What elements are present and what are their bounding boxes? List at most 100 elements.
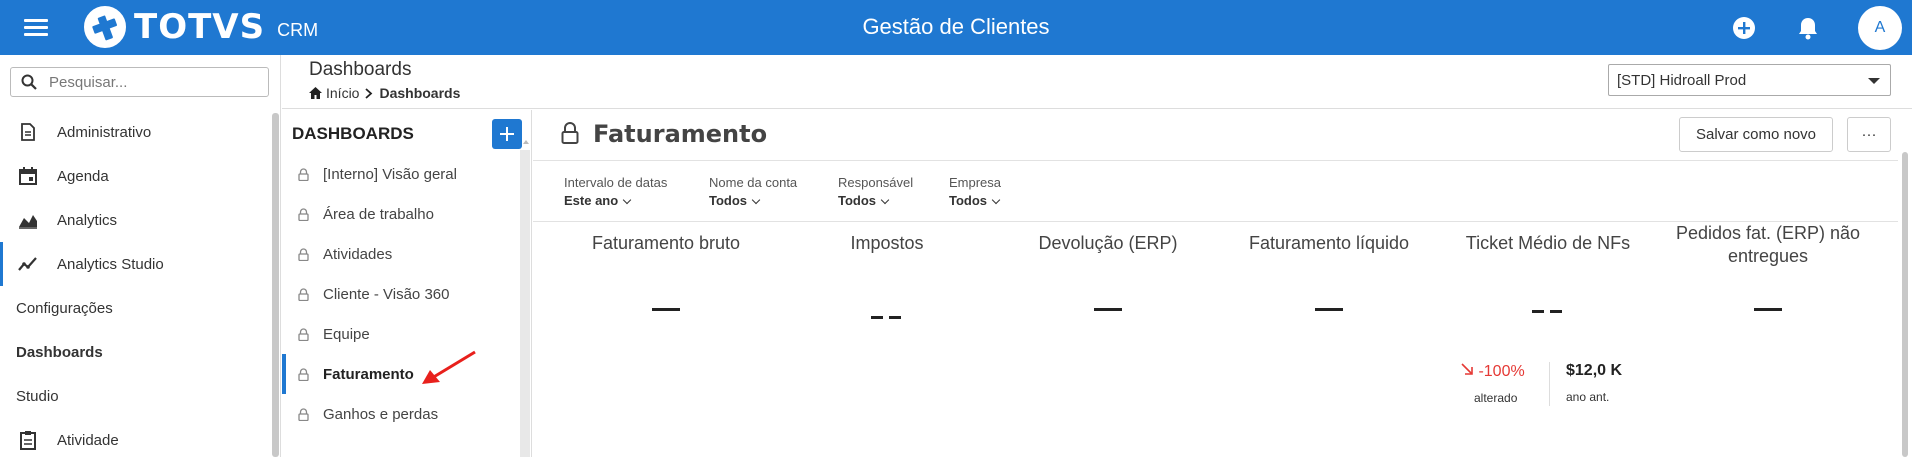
kpi-title: Impostos [850,233,924,253]
sidebar-search[interactable] [10,67,269,97]
totvs-logo-icon [84,6,126,48]
sidebar-item-label: Atividade [57,431,119,449]
calendar-icon [19,167,37,185]
kpi-empty-value [1532,310,1568,313]
filter-value: Todos [949,193,988,208]
document-icon [21,123,35,141]
dashboard-item[interactable]: Equipe [282,314,520,354]
dashboard-item[interactable]: Cliente - Visão 360 [282,274,520,314]
sidebar-item-atividade[interactable]: Atividade [0,418,272,457]
caret-down-icon [1868,78,1880,84]
dashboard-item-label: Faturamento [323,365,414,383]
lock-icon [298,368,309,381]
filter-value: Todos [709,193,748,208]
sidebar-item-dashboards[interactable]: Dashboards [0,330,272,374]
sidebar-item-analytics-studio[interactable]: Analytics Studio [0,242,272,286]
scroll-up-arrow-icon[interactable] [523,140,529,144]
logo-text: TOTVS [134,7,266,47]
filter-date-range[interactable]: Intervalo de datas Este ano [564,175,667,210]
chevron-down-icon [751,195,761,205]
user-avatar[interactable]: A [1858,6,1902,50]
kpi-title: Faturamento bruto [591,233,741,253]
top-bar: TOTVS CRM Gestão de Clientes A [0,0,1912,55]
save-as-new-button[interactable]: Salvar como novo [1679,117,1833,152]
sidebar-item-label: Dashboards [16,343,103,361]
main-scrollbar[interactable] [1902,152,1908,457]
sidebar-item-label: Configurações [16,299,113,317]
kpi-title: Ticket Médio de NFs [1465,233,1631,253]
filter-label: Intervalo de datas [564,175,668,190]
lock-icon [298,328,309,341]
area-chart-icon [19,215,37,229]
kpi-title: Devolução (ERP) [1038,233,1178,253]
lock-icon [298,168,309,181]
sidebar-item-analytics[interactable]: Analytics [0,198,272,242]
sidebar-item-label: Administrativo [57,123,152,141]
lock-icon [298,248,309,261]
page-title: Dashboards [309,59,412,80]
dashboard-item[interactable]: Ganhos e perdas [282,394,520,434]
add-dashboard-button[interactable] [492,119,522,149]
sidebar-item-label: Analytics [57,211,118,229]
sidebar-item-label: Analytics Studio [57,255,164,273]
sidebar-scrollbar[interactable] [272,113,279,457]
filter-label: Nome da conta [709,175,798,190]
kpi-delta-divider [1549,362,1550,406]
chevron-down-icon [622,195,632,205]
kpi-card[interactable]: Pedidos fat. (ERP) não entregues [1668,222,1868,311]
kpi-card[interactable]: Impostos [787,232,987,319]
sidebar-item-configuracoes[interactable]: Configurações [0,286,272,330]
filter-owner[interactable]: Responsável Todos [838,175,913,210]
chevron-down-icon [880,195,890,205]
logo-subtext: CRM [277,19,319,40]
dashboards-list: [Interno] Visão geral Área de trabalho A… [282,154,520,434]
kpi-previous-label: ano ant. [1566,390,1610,404]
kpi-card[interactable]: Devolução (ERP) [1008,232,1208,311]
breadcrumb-home[interactable]: Início [326,85,359,101]
add-circle-icon[interactable] [1730,14,1758,42]
lock-icon [298,208,309,221]
dashboard-item[interactable]: [Interno] Visão geral [282,154,520,194]
sidebar-item-label: Agenda [57,167,109,185]
totvs-logo[interactable]: TOTVS CRM [84,6,318,48]
dashboard-item[interactable]: Atividades [282,234,520,274]
kpi-title: Faturamento líquido [1248,233,1410,253]
dashboard-item-label: Ganhos e perdas [323,405,439,423]
kpi-card[interactable]: Faturamento bruto [566,232,766,311]
kpi-empty-value [652,308,680,311]
kpi-empty-value [871,316,907,319]
filter-label: Empresa [949,175,1002,190]
environment-select-value: [STD] Hidroall Prod [1617,72,1747,89]
dashboard-item-label: [Interno] Visão geral [323,165,457,183]
search-input[interactable] [49,73,249,91]
dashboards-scrollbar[interactable] [520,150,530,457]
filter-account-name[interactable]: Nome da conta Todos [709,175,797,210]
kpi-card[interactable]: Ticket Médio de NFs [1448,232,1648,313]
sidebar-item-administrativo[interactable]: Administrativo [0,110,272,154]
environment-select[interactable]: [STD] Hidroall Prod [1608,64,1891,96]
arrow-down-right-icon [1461,363,1473,375]
filter-bar: Intervalo de datas Este ano Nome da cont… [533,160,1898,222]
sidebar: Administrativo Agenda Analytics Analytic… [0,55,281,457]
kpi-title: Pedidos fat. (ERP) não entregues [1675,223,1861,266]
dashboard-title: Faturamento [593,120,768,148]
kpi-previous: $12,0 K ano ant. [1566,362,1622,404]
home-icon[interactable] [309,87,322,99]
lock-icon [298,288,309,301]
filter-company[interactable]: Empresa Todos [949,175,1001,210]
sidebar-item-studio[interactable]: Studio [0,374,272,418]
lock-icon [561,122,579,144]
dashboard-item-active[interactable]: Faturamento [282,354,520,394]
dashboard-main: Faturamento Salvar como novo ··· Interva… [533,110,1912,457]
hamburger-menu-icon[interactable] [24,15,52,41]
kpi-card[interactable]: Faturamento líquido [1229,232,1429,311]
notification-bell-icon[interactable] [1794,14,1822,42]
sidebar-item-agenda[interactable]: Agenda [0,154,272,198]
dashboard-item-label: Cliente - Visão 360 [323,285,450,303]
dashboard-item[interactable]: Área de trabalho [282,194,520,234]
more-options-button[interactable]: ··· [1847,117,1891,152]
dashboard-item-label: Atividades [323,245,393,263]
chevron-right-icon [365,87,373,99]
annotation-arrow-icon [422,350,476,384]
sidebar-item-label: Studio [16,387,59,405]
